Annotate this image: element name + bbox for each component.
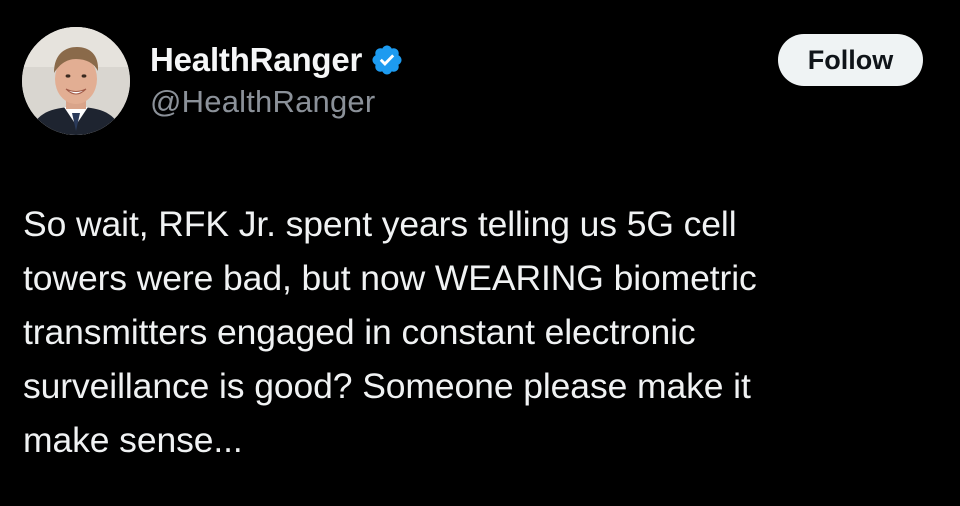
author-avatar[interactable] [22,27,130,135]
author-handle[interactable]: @HealthRanger [150,84,375,120]
tweet-text: So wait, RFK Jr. spent years telling us … [23,204,757,460]
author-display-name[interactable]: HealthRanger [150,41,362,79]
follow-button[interactable]: Follow [778,34,923,86]
author-name-row: HealthRanger [150,38,404,82]
tweet-card: HealthRanger @HealthRanger Follow So wai… [0,0,960,506]
verified-badge-icon [370,43,404,77]
avatar-photo-icon [22,27,130,135]
